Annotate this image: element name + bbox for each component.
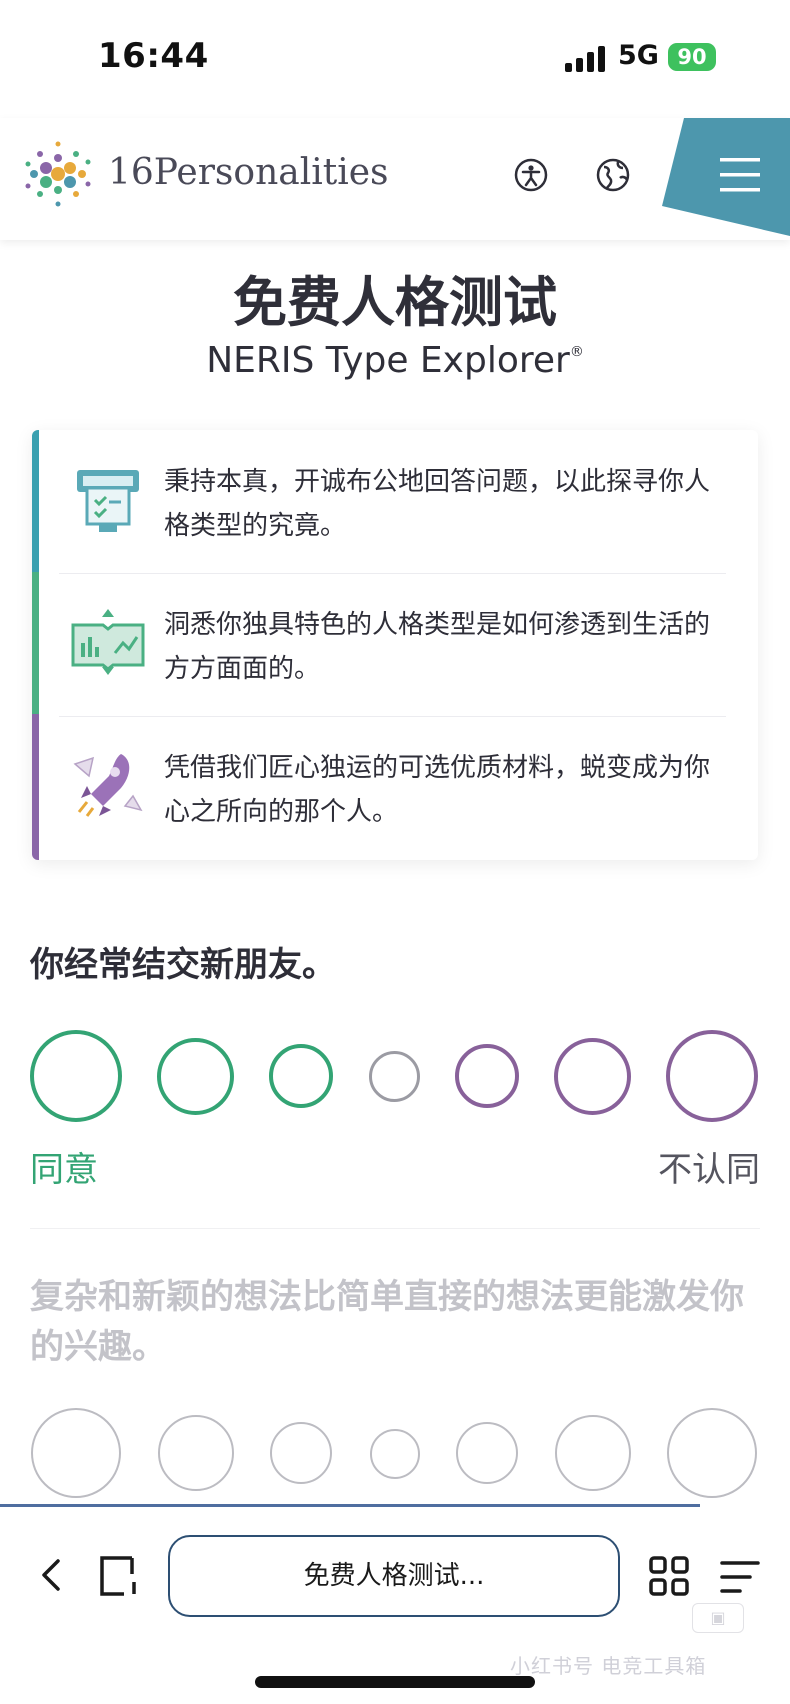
option-slightly-agree[interactable] — [270, 1422, 332, 1484]
option-strongly-agree[interactable] — [30, 1030, 122, 1122]
subtitle-text: NERIS Type Explorer — [206, 340, 570, 381]
option-strongly-disagree[interactable] — [667, 1408, 757, 1498]
hamburger-menu-icon[interactable] — [662, 118, 790, 238]
option-neutral[interactable] — [370, 1429, 420, 1479]
card-accent-bar — [32, 430, 39, 860]
option-slightly-agree[interactable] — [269, 1044, 333, 1108]
divider — [59, 716, 726, 717]
address-bar[interactable]: 免费人格测试... — [168, 1535, 620, 1617]
agree-label: 同意 — [30, 1150, 98, 1190]
question-text: 你经常结交新朋友。 — [30, 945, 336, 985]
open-book-chart-icon — [71, 609, 145, 675]
accessibility-icon[interactable] — [514, 158, 548, 192]
feature-item: 凭借我们匠心独运的可选优质材料，蜕变成为你心之所向的那个人。 — [39, 716, 758, 859]
feature-item: 洞悉你独具特色的人格类型是如何渗透到生活的方方面面的。 — [39, 573, 758, 716]
option-disagree[interactable] — [554, 1038, 631, 1115]
status-time: 16:44 — [98, 36, 209, 76]
rocket-icon — [73, 754, 143, 817]
network-type: 5G — [618, 40, 659, 71]
back-arrow-icon[interactable] — [36, 1555, 66, 1595]
option-slightly-disagree[interactable] — [455, 1044, 519, 1108]
home-indicator — [255, 1676, 535, 1688]
option-disagree[interactable] — [555, 1415, 631, 1491]
browser-toolbar: 免费人格测试... ▣ 小红书号 电竞工具箱 — [0, 1507, 790, 1704]
menu-lines-icon[interactable] — [720, 1559, 760, 1595]
option-agree[interactable] — [157, 1038, 234, 1115]
menu-button[interactable] — [662, 118, 790, 238]
status-bar: 16:44 5G 90 — [0, 0, 790, 110]
watermark-badge: ▣ — [692, 1603, 744, 1633]
site-header: 16Personalities — [0, 118, 790, 240]
signal-strength-icon — [565, 46, 609, 72]
watermark-text: 小红书号 电竞工具箱 — [510, 1654, 707, 1678]
logo-dots-icon[interactable] — [22, 138, 94, 210]
features-card: 秉持本真，开诚布公地回答问题，以此探寻你人格类型的究竟。 洞悉你独具特色的人格类… — [32, 430, 758, 860]
option-slightly-disagree[interactable] — [456, 1422, 518, 1484]
option-strongly-disagree[interactable] — [666, 1030, 758, 1122]
page-title: 免费人格测试 — [233, 271, 557, 334]
option-agree[interactable] — [158, 1415, 234, 1491]
registered-mark: ® — [569, 344, 584, 360]
battery-indicator: 90 — [668, 43, 716, 71]
option-neutral[interactable] — [369, 1051, 420, 1102]
voting-machine-icon — [77, 470, 139, 532]
feature-item: 秉持本真，开诚布公地回答问题，以此探寻你人格类型的究竟。 — [39, 430, 758, 573]
logo-text[interactable]: 16Personalities — [108, 152, 389, 193]
option-strongly-agree[interactable] — [31, 1408, 121, 1498]
grid-apps-icon[interactable] — [648, 1555, 690, 1597]
feature-text: 秉持本真，开诚布公地回答问题，以此探寻你人格类型的究竟。 — [164, 467, 711, 541]
question-text: 复杂和新颖的想法比简单直接的想法更能激发你的兴趣。 — [30, 1277, 744, 1367]
feature-text: 凭借我们匠心独运的可选优质材料，蜕变成为你心之所向的那个人。 — [164, 753, 711, 827]
tabs-icon[interactable] — [98, 1554, 144, 1598]
page-subtitle: NERIS Type Explorer® — [0, 340, 790, 381]
globe-icon[interactable] — [596, 158, 630, 192]
disagree-label: 不认同 — [658, 1150, 760, 1190]
divider — [59, 573, 726, 574]
feature-text: 洞悉你独具特色的人格类型是如何渗透到生活的方方面面的。 — [164, 610, 711, 684]
divider — [30, 1228, 760, 1229]
